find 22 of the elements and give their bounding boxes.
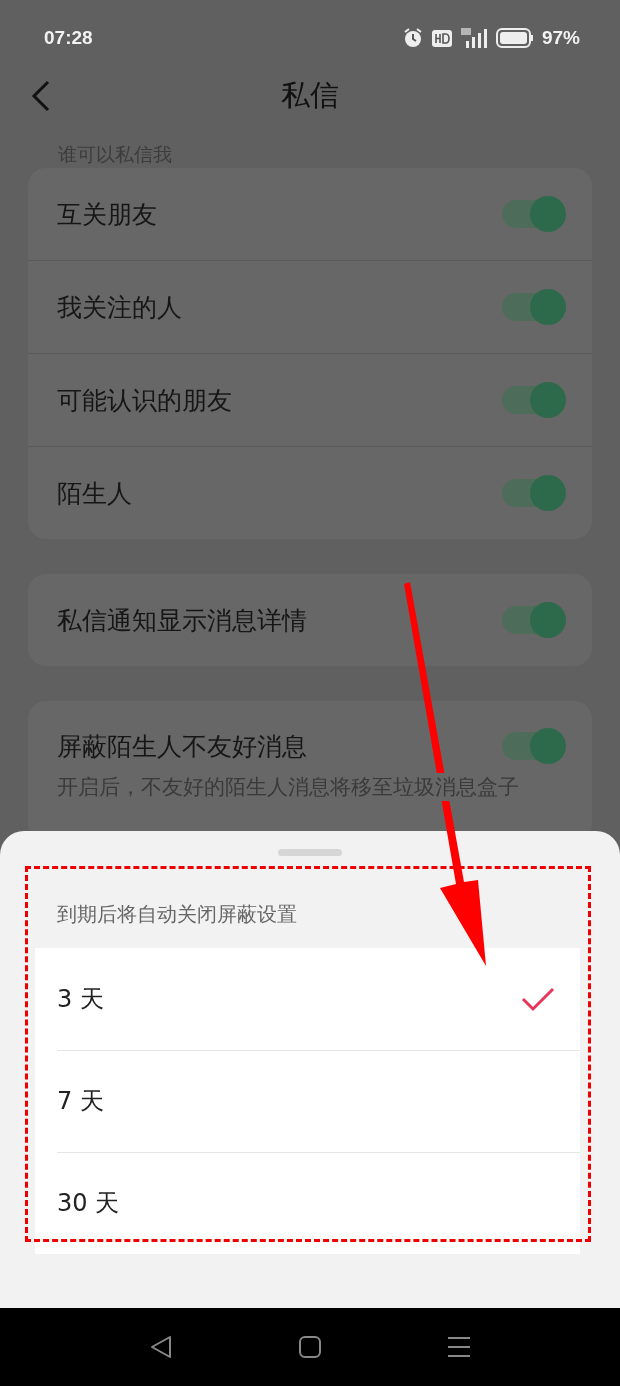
signal-icon xyxy=(459,27,488,49)
menu-icon[interactable] xyxy=(448,1336,470,1358)
battery-percent: 97% xyxy=(541,27,580,49)
setting-label: 私信通知显示消息详情 xyxy=(57,604,307,637)
battery-icon xyxy=(495,28,534,48)
duration-option[interactable]: 7 天 xyxy=(35,1050,580,1152)
home-square-icon[interactable] xyxy=(299,1336,321,1358)
checkmark-icon xyxy=(521,986,555,1012)
hd-icon xyxy=(431,29,452,47)
setting-label: 我关注的人 xyxy=(57,291,182,324)
page-title: 私信 xyxy=(281,77,339,114)
setting-label: 互关朋友 xyxy=(57,198,157,231)
setting-label: 可能认识的朋友 xyxy=(57,384,232,417)
duration-option[interactable]: 30 天 xyxy=(35,1152,580,1254)
setting-label: 陌生人 xyxy=(57,477,132,510)
drag-handle[interactable] xyxy=(278,849,342,856)
status-time: 07:28 xyxy=(44,27,93,49)
sheet-title: 到期后将自动关闭屏蔽设置 xyxy=(57,900,297,928)
setting-label: 屏蔽陌生人不友好消息 xyxy=(57,730,307,763)
duration-option[interactable]: 3 天 xyxy=(35,948,580,1050)
back-icon[interactable] xyxy=(31,80,51,112)
back-triangle-icon[interactable] xyxy=(150,1335,172,1359)
